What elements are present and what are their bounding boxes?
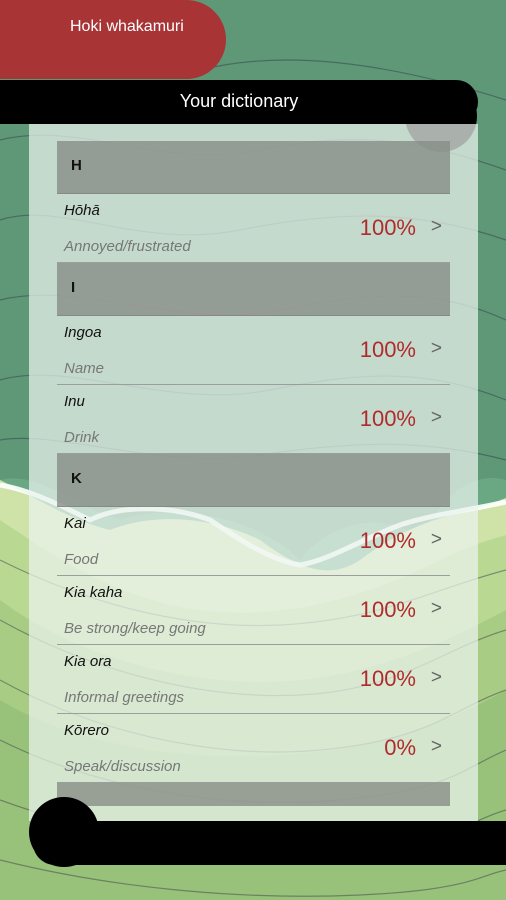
entry-percent: 100%	[359, 337, 416, 362]
entry-meaning: Annoyed/frustrated	[64, 238, 191, 255]
list-item[interactable]: Kai Food 100% >	[57, 507, 450, 576]
entry-word: Kia ora	[64, 653, 112, 670]
list-item[interactable]: Ingoa Name 100% >	[57, 316, 450, 385]
section-header-m: M	[57, 783, 450, 806]
section-letter: H	[71, 157, 82, 174]
bottom-bar	[33, 821, 506, 865]
entry-word: Kōrero	[64, 722, 110, 739]
entry-percent: 100%	[359, 215, 416, 240]
list-item[interactable]: Inu Drink 100% >	[57, 385, 450, 454]
list-item[interactable]: Kia ora Informal greetings 100% >	[57, 645, 450, 714]
entry-word: Kai	[64, 515, 86, 532]
list-item[interactable]: Kōrero Speak/discussion 0% >	[57, 714, 450, 783]
entry-word: Kia kaha	[64, 584, 123, 601]
entry-meaning: Food	[64, 551, 99, 568]
entry-meaning: Name	[64, 360, 105, 377]
title-bar: Your dictionary	[0, 80, 478, 124]
back-button[interactable]: Hoki whakamuri	[0, 0, 226, 79]
bottom-bar-knob	[29, 797, 99, 867]
entry-meaning: Drink	[64, 429, 100, 446]
section-header-i: I	[57, 263, 450, 316]
section-letter: K	[71, 470, 82, 487]
chevron-right-icon: >	[430, 667, 442, 688]
entry-word: Inu	[64, 393, 85, 410]
back-button-label: Hoki whakamuri	[70, 18, 184, 35]
entry-percent: 100%	[359, 597, 416, 622]
entry-meaning: Informal greetings	[64, 689, 185, 706]
entry-meaning: Be strong/keep going	[64, 620, 206, 637]
entry-word: Ingoa	[64, 324, 102, 341]
entry-percent: 100%	[359, 406, 416, 431]
page-title: Your dictionary	[179, 91, 299, 111]
list-item[interactable]: Hōhā Annoyed/frustrated 100% >	[57, 194, 450, 263]
section-letter: I	[71, 279, 76, 296]
chevron-right-icon: >	[430, 529, 442, 550]
entry-word: Hōhā	[64, 202, 100, 219]
entry-percent: 100%	[359, 666, 416, 691]
chevron-right-icon: >	[430, 216, 442, 237]
entry-percent: 0%	[384, 735, 416, 760]
list-item[interactable]: Kia kaha Be strong/keep going 100% >	[57, 576, 450, 645]
chevron-right-icon: >	[430, 598, 442, 619]
section-header-h: H	[57, 141, 450, 194]
entry-percent: 100%	[359, 528, 416, 553]
section-header-k: K	[57, 454, 450, 507]
chevron-right-icon: >	[430, 338, 442, 359]
chevron-right-icon: >	[430, 736, 442, 757]
dictionary-list[interactable]: H Hōhā Annoyed/frustrated 100% > I Ingoa…	[57, 141, 450, 806]
chevron-right-icon: >	[430, 407, 442, 428]
entry-meaning: Speak/discussion	[64, 758, 181, 775]
